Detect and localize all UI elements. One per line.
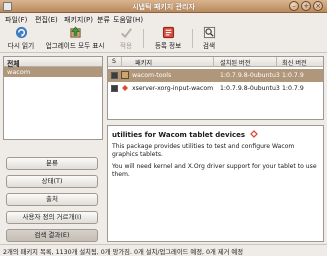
column-package[interactable]: 패키지 <box>135 58 152 67</box>
column-status[interactable]: S <box>112 58 116 65</box>
menu-file[interactable]: 파일(F) <box>5 15 27 25</box>
maximize-icon[interactable]: + <box>301 1 311 11</box>
table-row[interactable]: xserver-xorg-input-wacom 1:0.7.9.8-0ubun… <box>108 82 323 95</box>
description-paragraph: You will need kernel and X.Org driver su… <box>112 163 317 178</box>
installed-version: 1:0.7.9.8-0ubuntu3 <box>220 72 280 79</box>
search-button[interactable]: 검색 <box>198 26 220 52</box>
search-icon <box>203 26 215 39</box>
properties-button[interactable]: 등록 정보 <box>150 26 186 52</box>
package-list: S 패키지 설치된 버전 최신 버전 wacom-tools 1:0.7.9.8… <box>107 56 324 120</box>
upgrade-icon <box>69 26 81 38</box>
package-status-icon <box>121 71 129 79</box>
screenshot-link-icon[interactable] <box>249 130 258 138</box>
install-checkbox[interactable] <box>111 85 118 92</box>
table-row[interactable]: wacom-tools 1:0.7.9.8-0ubuntu3 1:0.7.9 <box>108 69 323 82</box>
minimize-icon[interactable]: – <box>289 1 299 11</box>
package-name: xserver-xorg-input-wacom <box>132 85 214 92</box>
latest-version: 1:0.7.9 <box>282 72 304 79</box>
search-results-button[interactable]: 검색 결과(E) <box>6 229 98 242</box>
filter-item-wacom[interactable]: wacom <box>4 67 102 77</box>
package-status-icon <box>122 85 128 91</box>
close-icon[interactable]: × <box>313 1 323 11</box>
mark-all-upgrades-button[interactable]: 업그레이드 모두 표시 <box>40 26 110 52</box>
reload-button[interactable]: 다시 읽기 <box>4 26 38 52</box>
latest-version: 1:0.7.9 <box>282 85 304 92</box>
package-description: utilities for Wacom tablet devices This … <box>107 125 324 242</box>
menu-sections[interactable]: 분류 <box>97 15 110 25</box>
window-title: 시냅틱 패키지 관리자 <box>132 3 195 11</box>
apply-icon <box>120 28 132 39</box>
title-bar: 시냅틱 패키지 관리자 – + × <box>0 0 327 13</box>
sections-button[interactable]: 분류 <box>6 157 98 170</box>
toolbar: 다시 읽기 업그레이드 모두 표시 적용 등록 정보 검색 <box>0 25 327 53</box>
description-paragraph: This package provides utilities to test … <box>112 143 295 158</box>
column-installed-version[interactable]: 설치된 버전 <box>220 58 250 67</box>
menu-help[interactable]: 도움말(H) <box>113 15 143 25</box>
apply-button[interactable]: 적용 <box>114 26 138 52</box>
toolbar-separator <box>143 29 144 48</box>
status-bar: 2개의 패키지 목록, 1130개 설치됨, 0개 망가짐. 0개 설치/업그레… <box>0 244 327 256</box>
properties-icon <box>162 26 174 39</box>
custom-filters-button[interactable]: 사용자 정의 거르개(I) <box>6 211 98 224</box>
installed-version: 1:0.7.9.8-0ubuntu3 <box>220 85 280 92</box>
package-name: wacom-tools <box>132 72 172 79</box>
filter-list-header[interactable]: 전체 <box>4 57 102 68</box>
menu-package[interactable]: 패키지(P) <box>64 15 93 25</box>
menu-bar: 파일(F) 편집(E) 패키지(P) 분류 도움말(H) <box>0 13 327 24</box>
toolbar-separator <box>192 29 193 48</box>
origin-button[interactable]: 출처 <box>6 193 98 206</box>
status-button[interactable]: 상태(T) <box>6 175 98 188</box>
menu-edit[interactable]: 편집(E) <box>35 15 58 25</box>
description-title: utilities for Wacom tablet devices <box>112 130 319 139</box>
filter-list: 전체 wacom <box>3 56 103 140</box>
install-checkbox[interactable] <box>111 72 118 79</box>
reload-icon <box>15 26 27 39</box>
column-latest-version[interactable]: 최신 버전 <box>282 58 307 67</box>
package-list-header: S 패키지 설치된 버전 최신 버전 <box>108 57 323 67</box>
